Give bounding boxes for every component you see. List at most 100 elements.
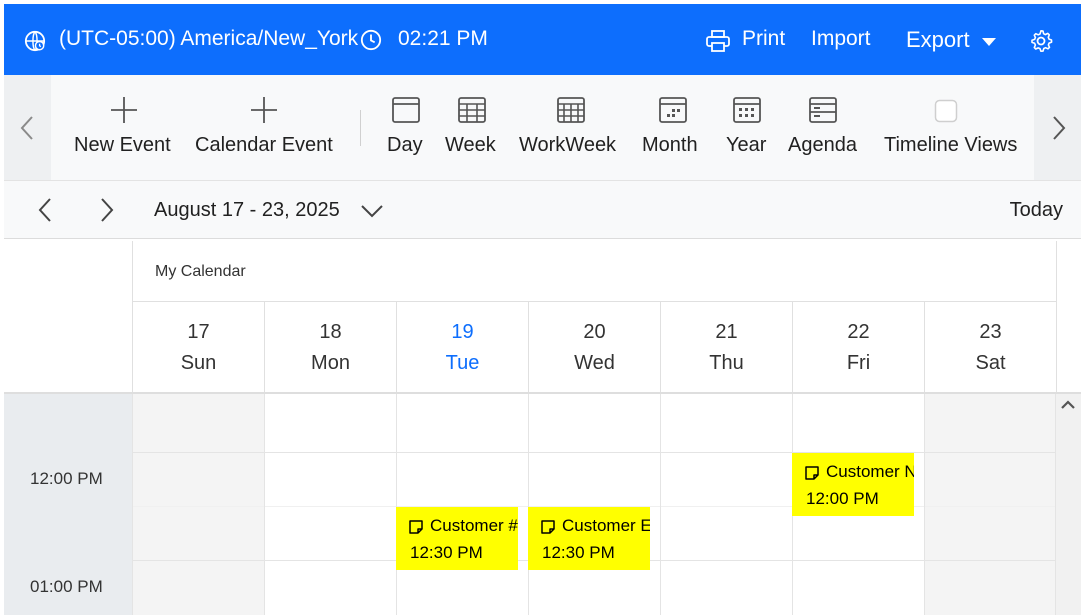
grid-line xyxy=(264,394,265,615)
resource-name: My Calendar xyxy=(155,263,246,280)
day-number: 19 xyxy=(451,321,474,343)
chevron-right-icon xyxy=(1053,116,1066,140)
day-header-tue[interactable]: 19 Tue xyxy=(396,302,528,393)
day-header-mon[interactable]: 18 Mon xyxy=(264,302,396,393)
month-view-button[interactable]: Month xyxy=(642,75,706,180)
app-header: (UTC-05:00) America/New_York 02:21 PM Pr… xyxy=(4,4,1081,75)
day-name: Sat xyxy=(975,352,1006,374)
day-header-thu[interactable]: 21 Thu xyxy=(660,302,792,393)
grid-line xyxy=(396,394,397,615)
event-fri[interactable]: Customer N 12:00 PM xyxy=(792,453,914,516)
event-subject: Customer N xyxy=(826,462,914,481)
event-time: 12:30 PM xyxy=(542,543,615,562)
export-button[interactable]: Export xyxy=(906,27,970,53)
vertical-scrollbar[interactable] xyxy=(1056,394,1081,615)
toolbar-item-label: Year xyxy=(726,134,767,156)
plus-icon xyxy=(111,97,137,123)
day-number: 17 xyxy=(187,321,210,343)
day-header-wed[interactable]: 20 Wed xyxy=(528,302,660,393)
chevron-up-icon[interactable] xyxy=(1061,399,1075,411)
day-name: Thu xyxy=(709,352,744,374)
note-icon xyxy=(409,520,423,534)
month-view-icon xyxy=(659,97,687,123)
day-name: Sun xyxy=(180,352,217,374)
day-name: Fri xyxy=(846,352,871,374)
grid-cells[interactable]: Customer # 12:30 PM Customer E 12:30 PM … xyxy=(132,394,1056,615)
toolbar-item-label: Month xyxy=(642,134,698,156)
day-header-fri[interactable]: 22 Fri xyxy=(792,302,924,393)
week-view-icon xyxy=(458,97,486,123)
toolbar-item-label: New Event xyxy=(74,134,171,156)
current-time: 02:21 PM xyxy=(398,27,488,50)
grid-line xyxy=(132,394,133,615)
grid-line xyxy=(660,394,661,615)
toolbar-item-label: Day xyxy=(387,134,423,156)
time-axis: 12:00 PM 01:00 PM xyxy=(4,394,132,615)
toolbar-separator xyxy=(360,110,361,146)
chevron-left-icon[interactable] xyxy=(34,197,58,223)
workweek-view-icon xyxy=(557,97,585,123)
date-navigation: August 17 - 23, 2025 Today xyxy=(4,181,1081,239)
day-name: Tue xyxy=(445,352,480,374)
gear-icon[interactable] xyxy=(1029,29,1053,53)
time-label: 12:00 PM xyxy=(30,469,103,488)
toolbar-item-label: Calendar Event xyxy=(195,134,333,156)
toolbar-item-label: Week xyxy=(445,134,496,156)
print-button[interactable]: Print xyxy=(742,27,785,51)
year-view-icon xyxy=(733,97,761,123)
workweek-view-button[interactable]: WorkWeek xyxy=(519,75,623,180)
clock-icon xyxy=(360,29,382,51)
today-button[interactable]: Today xyxy=(1010,199,1063,222)
grid-line xyxy=(924,394,925,615)
toolbar-scroll-right[interactable] xyxy=(1034,75,1081,180)
globe-icon xyxy=(24,30,46,52)
event-time: 12:00 PM xyxy=(806,489,879,508)
checkbox-icon[interactable] xyxy=(934,99,958,123)
note-icon xyxy=(805,466,819,480)
day-view-icon xyxy=(392,97,420,123)
day-header-sun[interactable]: 17 Sun xyxy=(132,302,264,393)
year-view-button[interactable]: Year xyxy=(726,75,768,180)
agenda-view-button[interactable]: Agenda xyxy=(788,75,862,180)
plus-icon xyxy=(251,97,277,123)
caret-down-icon[interactable] xyxy=(982,38,996,46)
toolbar-item-label: Agenda xyxy=(788,134,857,156)
view-toolbar: New Event Calendar Event Day Week WorkWe… xyxy=(4,75,1081,181)
day-number: 22 xyxy=(847,321,870,343)
resource-header: My Calendar xyxy=(132,241,1057,302)
weekend-cell-sat[interactable] xyxy=(924,394,1056,615)
event-subject: Customer # xyxy=(430,516,518,535)
chevron-right-icon[interactable] xyxy=(94,197,118,223)
new-event-button[interactable]: New Event xyxy=(74,75,176,180)
week-view-button[interactable]: Week xyxy=(445,75,500,180)
timeline-views-toggle[interactable]: Timeline Views xyxy=(884,75,1024,180)
day-number: 21 xyxy=(715,321,738,343)
agenda-view-icon xyxy=(809,97,837,123)
event-tue[interactable]: Customer # 12:30 PM xyxy=(396,507,518,570)
day-number: 18 xyxy=(319,321,342,343)
chevron-left-icon xyxy=(20,116,33,140)
toolbar-item-label: WorkWeek xyxy=(519,134,617,156)
timezone-label: (UTC-05:00) America/New_York xyxy=(59,27,359,50)
day-view-button[interactable]: Day xyxy=(387,75,427,180)
printer-icon[interactable] xyxy=(706,30,730,52)
time-label: 01:00 PM xyxy=(30,577,103,596)
event-subject: Customer E xyxy=(562,516,650,535)
event-time: 12:30 PM xyxy=(410,543,483,562)
calendar-event-button[interactable]: Calendar Event xyxy=(195,75,335,180)
day-name: Mon xyxy=(311,352,350,374)
day-header-sat[interactable]: 23 Sat xyxy=(924,302,1057,393)
import-button[interactable]: Import xyxy=(811,27,871,51)
note-icon xyxy=(541,520,555,534)
time-grid: 12:00 PM 01:00 PM Customer # 12:30 PM Cu… xyxy=(4,394,1081,615)
toolbar-scroll-left[interactable] xyxy=(4,75,51,180)
day-number: 23 xyxy=(979,321,1002,343)
event-wed[interactable]: Customer E 12:30 PM xyxy=(528,507,650,570)
date-range-label[interactable]: August 17 - 23, 2025 xyxy=(154,199,340,222)
day-number: 20 xyxy=(583,321,606,343)
weekend-cell-sun[interactable] xyxy=(132,394,264,615)
day-name: Wed xyxy=(574,352,615,374)
grid-line xyxy=(132,452,1056,453)
calendar-header: My Calendar 17 Sun 18 Mon 19 Tue 20 Wed … xyxy=(4,241,1081,393)
chevron-down-icon[interactable] xyxy=(360,201,384,221)
